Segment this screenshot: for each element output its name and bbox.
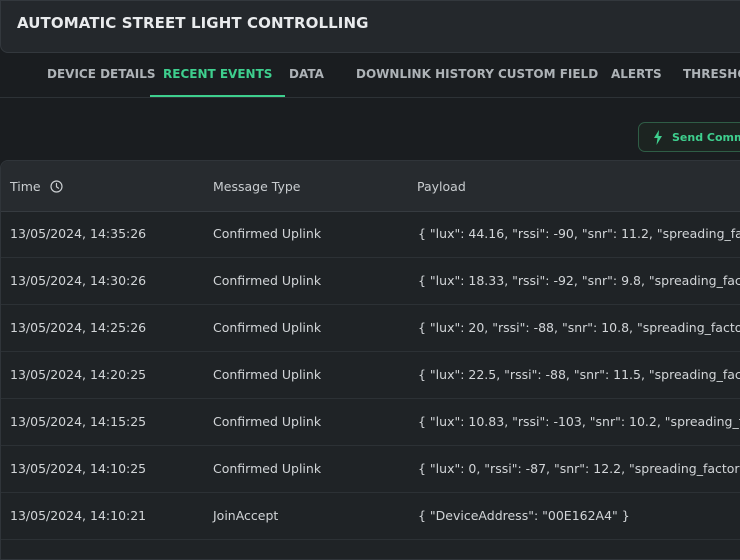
table-row[interactable]: 13/05/2024, 14:35:26 Confirmed Uplink { …: [1, 211, 740, 258]
event-time: 13/05/2024, 14:25:26: [10, 320, 147, 335]
send-command-button[interactable]: Send Comm: [638, 122, 740, 152]
event-payload: { "lux": 44.16, "rssi": -90, "snr": 11.2…: [418, 226, 740, 241]
event-payload: { "lux": 10.83, "rssi": -103, "snr": 10.…: [418, 414, 740, 429]
event-type: Confirmed Uplink: [213, 273, 322, 288]
table-row[interactable]: 13/05/2024, 14:20:25 Confirmed Uplink { …: [1, 352, 740, 399]
event-time: 13/05/2024, 14:35:26: [10, 226, 147, 241]
column-message-type: Message Type: [213, 179, 301, 194]
event-payload: { "lux": 0, "rssi": -87, "snr": 12.2, "s…: [418, 461, 740, 476]
tab-device-details[interactable]: DEVICE DETAILS: [47, 54, 156, 97]
event-time: 13/05/2024, 14:10:25: [10, 461, 147, 476]
table-row[interactable]: 13/05/2024, 14:15:25 Confirmed Uplink { …: [1, 399, 740, 446]
column-payload: Payload: [417, 179, 466, 194]
event-payload: { "lux": 18.33, "rssi": -92, "snr": 9.8,…: [418, 273, 740, 288]
event-payload: { "lux": 20, "rssi": -88, "snr": 10.8, "…: [418, 320, 740, 335]
table-row[interactable]: 13/05/2024, 14:10:25 Confirmed Uplink { …: [1, 446, 740, 493]
table-row[interactable]: 13/05/2024, 14:10:21 JoinAccept { "Devic…: [1, 493, 740, 540]
event-time: 13/05/2024, 14:20:25: [10, 367, 147, 382]
clock-icon[interactable]: [49, 180, 63, 193]
device-header-card: AUTOMATIC STREET LIGHT CONTROLLING: [0, 0, 740, 53]
table-row[interactable]: 13/05/2024, 14:30:26 Confirmed Uplink { …: [1, 258, 740, 305]
table-header: Time Message Type Payload: [1, 161, 740, 212]
tab-custom-field[interactable]: CUSTOM FIELD: [498, 54, 598, 97]
event-payload: { "lux": 22.5, "rssi": -88, "snr": 11.5,…: [418, 367, 740, 382]
tab-recent-events[interactable]: RECENT EVENTS: [150, 54, 286, 97]
event-time: 13/05/2024, 14:30:26: [10, 273, 147, 288]
event-payload: { "DeviceAddress": "00E162A4" }: [418, 508, 630, 523]
tab-alerts[interactable]: ALERTS: [611, 54, 662, 97]
send-command-label: Send Comm: [672, 131, 740, 144]
page-title: AUTOMATIC STREET LIGHT CONTROLLING: [17, 14, 369, 32]
tab-downlink-history[interactable]: DOWNLINK HISTORY: [356, 54, 494, 97]
tab-threshold[interactable]: THRESHOL: [683, 54, 740, 97]
event-type: Confirmed Uplink: [213, 226, 322, 241]
event-type: JoinAccept: [213, 508, 279, 523]
column-time[interactable]: Time: [10, 179, 63, 194]
event-time: 13/05/2024, 14:15:25: [10, 414, 147, 429]
column-time-label: Time: [10, 179, 41, 194]
tab-bar: DEVICE DETAILS RECENT EVENTS DATA DOWNLI…: [0, 54, 740, 98]
event-time: 13/05/2024, 14:10:21: [10, 508, 147, 523]
lightning-bolt-icon: [654, 130, 662, 145]
event-type: Confirmed Uplink: [213, 414, 322, 429]
tab-data[interactable]: DATA: [289, 54, 324, 97]
event-type: Confirmed Uplink: [213, 461, 322, 476]
event-type: Confirmed Uplink: [213, 320, 322, 335]
events-table: Time Message Type Payload 13/05/2024, 14…: [0, 160, 740, 560]
table-row[interactable]: 13/05/2024, 14:25:26 Confirmed Uplink { …: [1, 305, 740, 352]
event-type: Confirmed Uplink: [213, 367, 322, 382]
